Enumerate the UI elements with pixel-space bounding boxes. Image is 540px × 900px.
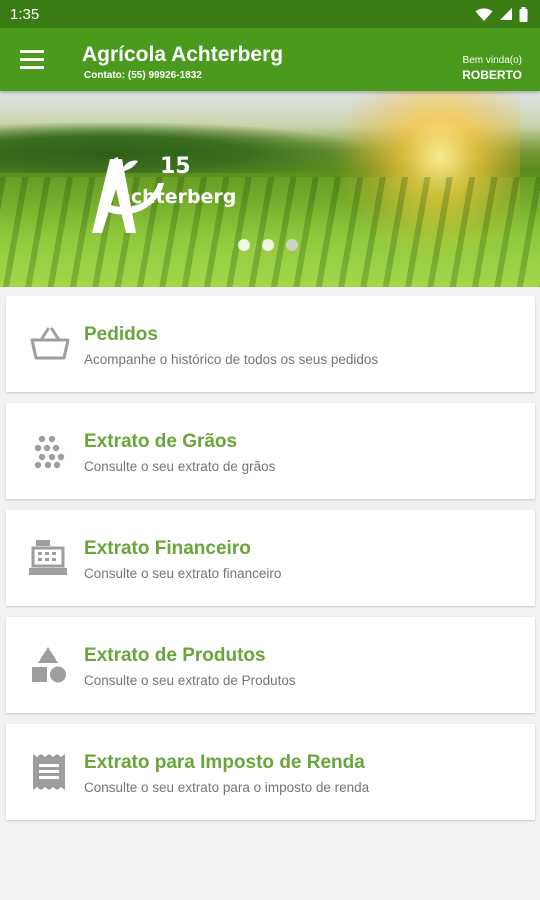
banner-carousel[interactable]: 15 achterberg bbox=[0, 91, 540, 287]
carousel-dot-1[interactable] bbox=[238, 239, 250, 251]
app-title: Agrícola Achterberg bbox=[82, 43, 284, 66]
card-subtitle: Consulte o seu extrato de Produtos bbox=[84, 673, 296, 688]
card-subtitle: Acompanhe o histórico de todos os seus p… bbox=[84, 352, 379, 367]
shapes-icon bbox=[32, 647, 66, 683]
status-bar: 1:35 bbox=[0, 0, 540, 28]
logo-text: achterberg bbox=[118, 186, 237, 208]
card-title: Extrato para Imposto de Renda bbox=[84, 752, 365, 773]
grains-icon bbox=[34, 435, 65, 469]
card-subtitle: Consulte o seu extrato para o imposto de… bbox=[84, 780, 370, 795]
hamburger-menu-icon[interactable] bbox=[20, 50, 44, 70]
basket-icon bbox=[30, 327, 70, 360]
card-subtitle: Consulte o seu extrato financeiro bbox=[84, 566, 282, 581]
carousel-dot-3[interactable] bbox=[286, 239, 298, 251]
menu-list: Pedidos Acompanhe o histórico de todos o… bbox=[0, 287, 540, 820]
welcome-label: Bem vinda(o) bbox=[462, 55, 522, 66]
user-name: ROBERTO bbox=[462, 68, 522, 82]
carousel-dot-2[interactable] bbox=[262, 239, 274, 251]
menu-card-pedidos[interactable]: Pedidos Acompanhe o histórico de todos o… bbox=[6, 296, 535, 392]
receipt-icon bbox=[33, 754, 65, 790]
menu-card-extrato-graos[interactable]: Extrato de Grãos Consulte o seu extrato … bbox=[6, 403, 535, 499]
signal-icon bbox=[500, 8, 512, 20]
contact-phone: Contato: (55) 99926-1832 bbox=[84, 70, 202, 81]
card-title: Extrato de Grãos bbox=[84, 431, 238, 452]
status-time: 1:35 bbox=[10, 5, 40, 23]
status-icons bbox=[475, 6, 528, 22]
menu-card-extrato-produtos[interactable]: Extrato de Produtos Consulte o seu extra… bbox=[6, 617, 535, 713]
card-subtitle: Consulte o seu extrato de grãos bbox=[84, 459, 276, 474]
menu-card-extrato-financeiro[interactable]: Extrato Financeiro Consulte o seu extrat… bbox=[6, 510, 535, 606]
card-title: Extrato Financeiro bbox=[84, 538, 251, 559]
logo-number: 15 bbox=[160, 154, 191, 179]
carousel-indicators bbox=[238, 239, 298, 251]
battery-icon bbox=[519, 6, 528, 22]
cash-register-icon bbox=[29, 540, 67, 575]
menu-card-imposto-renda[interactable]: Extrato para Imposto de Renda Consulte o… bbox=[6, 724, 535, 820]
card-title: Pedidos bbox=[84, 324, 158, 345]
app-bar: Agrícola Achterberg Contato: (55) 99926-… bbox=[0, 28, 540, 91]
card-title: Extrato de Produtos bbox=[84, 645, 266, 666]
wifi-icon bbox=[475, 7, 493, 21]
